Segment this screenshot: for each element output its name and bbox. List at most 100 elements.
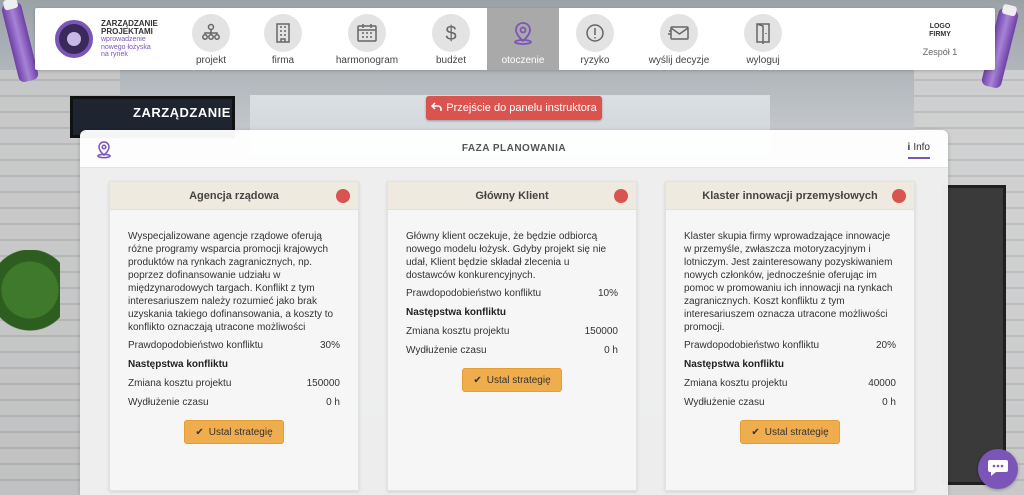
cost-label: Zmiana kosztu projektu (128, 378, 232, 389)
firm-logo-line2: FIRMY (929, 31, 951, 38)
cost-row: Zmiana kosztu projektu 40000 (684, 378, 896, 389)
probability-value: 20% (875, 340, 896, 351)
card-description: Główny klient oczekuje, że będzie odbior… (406, 231, 607, 281)
status-indicator-icon (336, 189, 350, 203)
instructor-panel-label: Przejście do panelu instruktora (446, 102, 597, 114)
panel-header: FAZA PLANOWANIA i Info (80, 130, 948, 168)
checkmark-icon: ✔ (473, 374, 482, 386)
cost-value: 150000 (306, 378, 340, 389)
nav-item-budzet[interactable]: $ budżet (415, 8, 487, 70)
checkmark-icon: ✔ (751, 426, 760, 438)
time-value: 0 h (326, 397, 340, 408)
instructor-panel-button[interactable]: Przejście do panelu instruktora (426, 96, 602, 120)
nav-item-otoczenie[interactable]: otoczenie (487, 8, 559, 70)
chat-bubble-icon (987, 457, 1009, 482)
card-body: Wyspecjalizowane agencje rządowe oferują… (110, 210, 358, 490)
nav-label-projekt: projekt (195, 55, 226, 66)
info-icon: i (907, 142, 911, 153)
svg-text:$: $ (445, 23, 456, 44)
door-icon (744, 14, 782, 52)
time-value: 0 h (882, 397, 896, 408)
set-strategy-label: Ustal strategię (764, 426, 829, 438)
set-strategy-label: Ustal strategię (208, 426, 273, 438)
card-description: Klaster skupia firmy wprowadzające innow… (684, 231, 893, 333)
nav-label-budzet: budżet (435, 55, 467, 66)
set-strategy-label: Ustal strategię (486, 374, 551, 386)
background-tv-text: ZARZĄDZANIE (133, 105, 231, 120)
nav-item-wyloguj[interactable]: wyloguj (727, 8, 799, 70)
back-arrow-icon (431, 101, 443, 115)
card-header: Agencja rządowa (110, 182, 358, 210)
logo-sub-line1: wprowadzenie (101, 36, 146, 44)
logo-title-line2: PROJEKTAMI (101, 26, 153, 36)
nav-label-wyloguj: wyloguj (746, 55, 780, 66)
card-title: Klaster innowacji przemysłowych (702, 189, 878, 202)
time-label: Wydłużenie czasu (406, 345, 487, 356)
building-icon (264, 14, 302, 52)
info-tab[interactable]: i Info (907, 142, 930, 159)
card-header: Główny Klient (388, 182, 636, 210)
nav-item-firma[interactable]: firma (247, 8, 319, 70)
nav-label-harmonogram: harmonogram (335, 55, 399, 66)
card-description: Wyspecjalizowane agencje rządowe oferują… (128, 231, 334, 333)
team-label: Zespół 1 (922, 46, 958, 57)
checkmark-icon: ✔ (195, 426, 204, 438)
org-chart-icon (192, 14, 230, 52)
firm-info: LOGO FIRMY Zespół 1 (885, 8, 995, 70)
envelope-icon (660, 14, 698, 52)
calendar-icon (348, 14, 386, 52)
card-body: Główny klient oczekuje, że będzie odbior… (388, 210, 636, 490)
location-pin-icon (504, 14, 542, 52)
background-door (941, 185, 1006, 485)
nav-item-projekt[interactable]: projekt (175, 8, 247, 70)
time-label: Wydłużenie czasu (684, 397, 765, 408)
probability-value: 10% (597, 288, 618, 299)
firm-logo: LOGO FIRMY (925, 23, 955, 38)
card-body: Klaster skupia firmy wprowadzające innow… (666, 210, 914, 490)
consequences-heading: Następstwa konfliktu (128, 359, 229, 370)
cost-row: Zmiana kosztu projektu 150000 (406, 326, 618, 337)
app-logo[interactable]: ZARZĄDZANIE PROJEKTAMI wprowadzenie nowe… (35, 8, 175, 70)
logo-sub-line2: nowego łożyska (101, 43, 151, 51)
set-strategy-button[interactable]: ✔ Ustal strategię (462, 368, 562, 392)
probability-row: Prawdopodobieństwo konfliktu 30% (128, 340, 340, 351)
stakeholder-card: Główny Klient Główny klient oczekuje, że… (387, 181, 637, 491)
panel-title: FAZA PLANOWANIA (461, 143, 567, 154)
nav-label-ryzyko: ryzyko (580, 55, 610, 66)
time-row: Wydłużenie czasu 0 h (406, 345, 618, 356)
set-strategy-button[interactable]: ✔ Ustal strategię (184, 420, 284, 444)
nav-label-firma: firma (271, 55, 295, 66)
time-label: Wydłużenie czasu (128, 397, 209, 408)
background-plant (0, 250, 60, 350)
firm-logo-line1: LOGO (929, 23, 951, 31)
stakeholder-card: Klaster innowacji przemysłowych Klaster … (665, 181, 915, 491)
set-strategy-button[interactable]: ✔ Ustal strategię (740, 420, 840, 444)
card-title: Agencja rządowa (189, 189, 279, 202)
nav-label-wyslij-decyzje: wyślij decyzje (648, 55, 710, 66)
stakeholder-card: Agencja rządowa Wyspecjalizowane agencje… (109, 181, 359, 491)
card-title: Główny Klient (475, 189, 549, 202)
probability-row: Prawdopodobieństwo konfliktu 20% (684, 340, 896, 351)
probability-label: Prawdopodobieństwo konfliktu (406, 288, 542, 299)
probability-row: Prawdopodobieństwo konfliktu 10% (406, 288, 618, 299)
cost-value: 150000 (584, 326, 618, 337)
nav-item-ryzyko[interactable]: ryzyko (559, 8, 631, 70)
nav-label-otoczenie: otoczenie (501, 55, 545, 66)
probability-value: 30% (319, 340, 340, 351)
time-value: 0 h (604, 345, 618, 356)
chat-button[interactable] (978, 449, 1018, 489)
consequences-heading: Następstwa konfliktu (684, 359, 785, 370)
nav-item-harmonogram[interactable]: harmonogram (319, 8, 415, 70)
time-row: Wydłużenie czasu 0 h (128, 397, 340, 408)
probability-label: Prawdopodobieństwo konfliktu (684, 340, 820, 351)
status-indicator-icon (892, 189, 906, 203)
cost-value: 40000 (868, 378, 896, 389)
nav-item-wyslij-decyzje[interactable]: wyślij decyzje (631, 8, 727, 70)
info-label: Info (913, 142, 930, 153)
risk-icon (576, 14, 614, 52)
planning-panel: FAZA PLANOWANIA i Info Agencja rządowa Wy… (80, 130, 948, 495)
cost-label: Zmiana kosztu projektu (406, 326, 510, 337)
main-nav: projekt firma harmonogram $ budżet otocz… (175, 8, 799, 70)
logo-sub-line3: na rynek (101, 51, 128, 59)
consequences-heading: Następstwa konfliktu (406, 307, 507, 318)
